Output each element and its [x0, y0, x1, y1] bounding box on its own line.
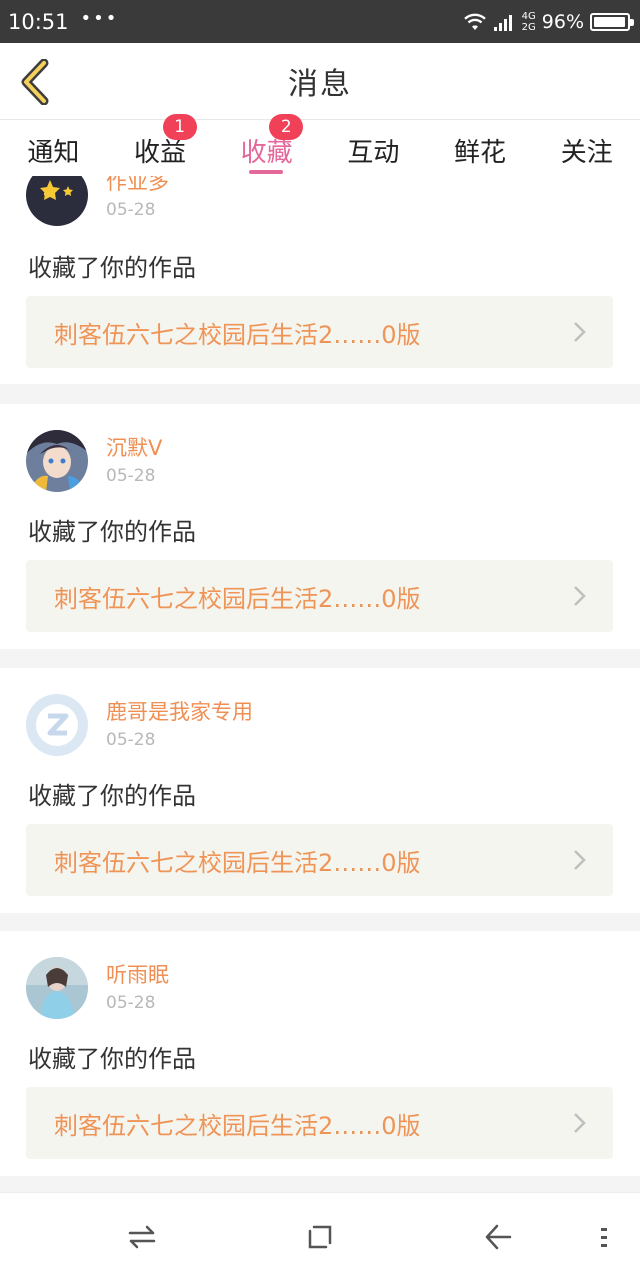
- work-link[interactable]: 刺客伍六七之校园后生活2……0版: [26, 560, 613, 632]
- system-back-button[interactable]: [478, 1219, 518, 1255]
- action-text: 收藏了你的作品: [28, 782, 196, 810]
- unread-badge: 1: [162, 114, 197, 140]
- switch-apps-button[interactable]: [122, 1219, 162, 1255]
- status-time: 10:51: [8, 9, 69, 34]
- home-button[interactable]: [300, 1219, 340, 1255]
- notification-dots-icon: •••: [80, 8, 119, 29]
- battery-percent: 96%: [541, 10, 584, 33]
- username[interactable]: 沉默V: [106, 432, 162, 462]
- home-square-icon: [308, 1225, 332, 1249]
- date: 05-28: [106, 993, 156, 1013]
- wifi-icon: [463, 13, 486, 30]
- tab-follow[interactable]: 关注: [533, 120, 640, 176]
- battery-icon: [590, 12, 634, 31]
- action-text: 收藏了你的作品: [28, 1045, 196, 1073]
- work-title: 刺客伍六七之校园后生活2……0版: [54, 848, 421, 877]
- card-user[interactable]: 鹿哥是我家专用 05-28: [26, 694, 426, 756]
- swap-arrows-icon: [128, 1225, 156, 1249]
- card-user[interactable]: 沉默V 05-28: [26, 430, 426, 492]
- notification-card: 听雨眠 05-28 收藏了你的作品 刺客伍六七之校园后生活2……0版: [0, 931, 640, 1176]
- system-nav-bar: [0, 1192, 640, 1280]
- page-title: 消息: [288, 67, 352, 102]
- action-text: 收藏了你的作品: [28, 254, 196, 282]
- network-type: 4G 2G: [521, 10, 536, 33]
- chevron-right-icon: [574, 850, 586, 870]
- tab-bar: 通知 收益 1 收藏 2 互动 鲜花 关注: [0, 114, 640, 176]
- z-logo-avatar-icon[interactable]: [26, 694, 88, 756]
- username[interactable]: 鹿哥是我家专用: [106, 696, 253, 726]
- header: 消息: [0, 43, 640, 120]
- date: 05-28: [106, 200, 156, 220]
- card-user[interactable]: 听雨眠 05-28: [26, 957, 426, 1019]
- menu-dots-icon: [601, 1228, 607, 1247]
- back-button[interactable]: [14, 57, 56, 107]
- notification-list[interactable]: 作业多 05-28 收藏了你的作品 刺客伍六七之校园后生活2……0版 沉默V 0…: [0, 176, 640, 1192]
- work-title: 刺客伍六七之校园后生活2……0版: [54, 584, 421, 613]
- tab-earnings[interactable]: 收益 1: [107, 114, 214, 176]
- tab-favorites[interactable]: 收藏 2: [213, 114, 320, 176]
- date: 05-28: [106, 466, 156, 486]
- status-bar: 10:51 ••• 4G 2G 96%: [0, 0, 640, 43]
- date: 05-28: [106, 730, 156, 750]
- tab-notice[interactable]: 通知: [0, 120, 107, 176]
- chevron-right-icon: [574, 322, 586, 342]
- username[interactable]: 听雨眠: [106, 959, 169, 989]
- photo-avatar-icon[interactable]: [26, 957, 88, 1019]
- anime-avatar-icon[interactable]: [26, 430, 88, 492]
- card-user[interactable]: 作业多 05-28: [26, 176, 426, 226]
- tab-flowers[interactable]: 鲜花: [427, 120, 534, 176]
- notification-card: 鹿哥是我家专用 05-28 收藏了你的作品 刺客伍六七之校园后生活2……0版: [0, 668, 640, 913]
- star-avatar-icon[interactable]: [26, 176, 88, 226]
- work-link[interactable]: 刺客伍六七之校园后生活2……0版: [26, 296, 613, 368]
- back-arrow-icon: [21, 59, 49, 105]
- back-icon: [485, 1224, 512, 1250]
- work-link[interactable]: 刺客伍六七之校园后生活2……0版: [26, 1087, 613, 1159]
- action-text: 收藏了你的作品: [28, 518, 196, 546]
- username[interactable]: 作业多: [106, 176, 169, 196]
- chevron-right-icon: [574, 1113, 586, 1133]
- work-link[interactable]: 刺客伍六七之校园后生活2……0版: [26, 824, 613, 896]
- work-title: 刺客伍六七之校园后生活2……0版: [54, 1111, 421, 1140]
- signal-icon: [493, 14, 512, 31]
- tab-interaction[interactable]: 互动: [320, 120, 427, 176]
- work-title: 刺客伍六七之校园后生活2……0版: [54, 320, 421, 349]
- notification-card: 沉默V 05-28 收藏了你的作品 刺客伍六七之校园后生活2……0版: [0, 404, 640, 649]
- unread-badge: 2: [269, 114, 304, 140]
- chevron-right-icon: [574, 586, 586, 606]
- notification-card: 作业多 05-28 收藏了你的作品 刺客伍六七之校园后生活2……0版: [0, 176, 640, 384]
- menu-button[interactable]: [584, 1219, 624, 1255]
